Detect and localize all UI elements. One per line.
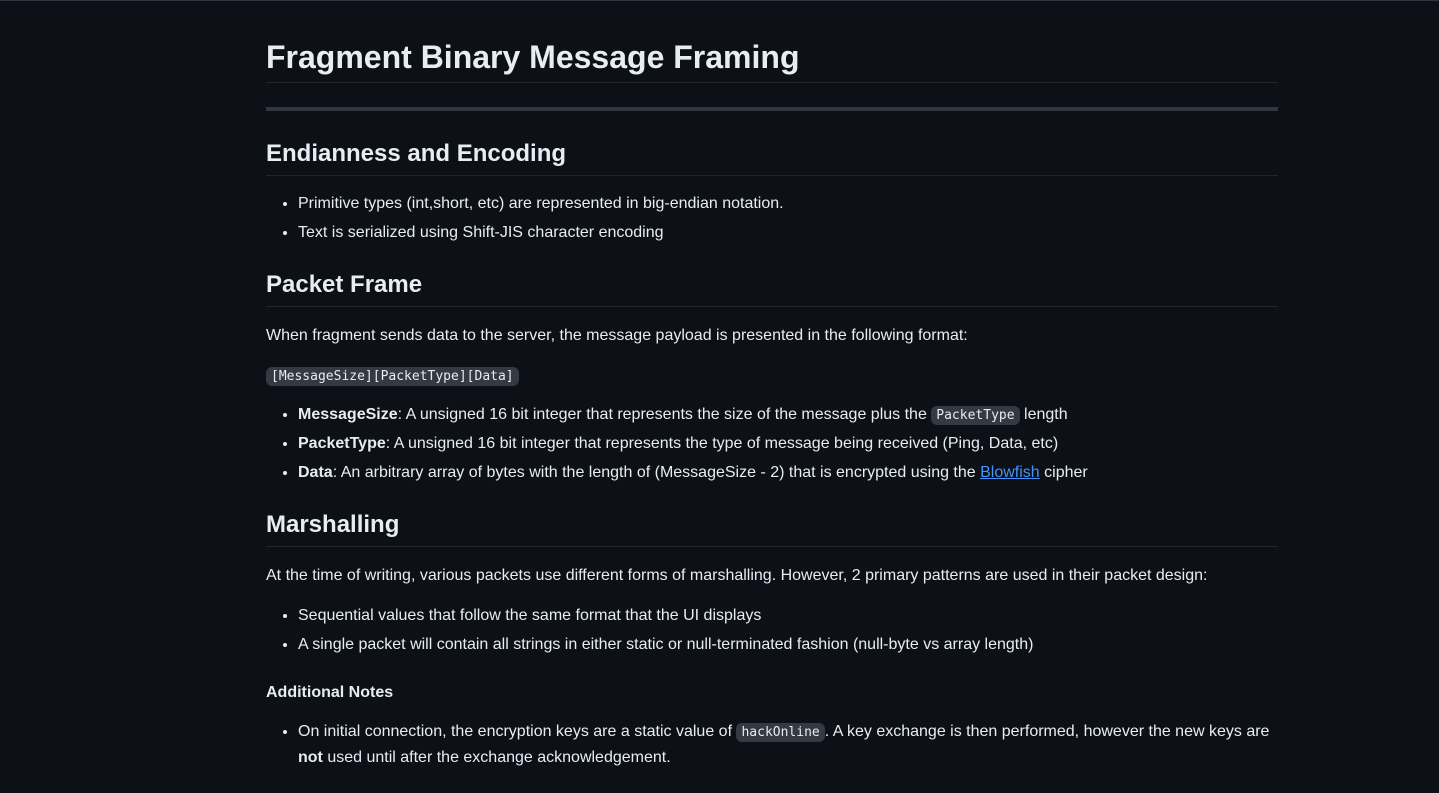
heading-packet-frame: Packet Frame: [266, 270, 1278, 307]
list-item: A single packet will contain all strings…: [298, 633, 1278, 657]
packet-format: [MessageSize][PacketType][Data]: [266, 364, 1278, 388]
page-title: Fragment Binary Message Framing: [266, 1, 1278, 83]
list-item: On initial connection, the encryption ke…: [298, 719, 1278, 770]
list-item: Sequential values that follow the same f…: [298, 604, 1278, 628]
horizontal-rule: [266, 107, 1278, 111]
list-item: PacketType: A unsigned 16 bit integer th…: [298, 432, 1278, 456]
packet-frame-intro: When fragment sends data to the server, …: [266, 327, 968, 344]
list-item: Text is serialized using Shift-JIS chara…: [298, 221, 1278, 245]
markdown-body: Fragment Binary Message Framing Endianne…: [266, 1, 1278, 770]
endianness-list: Primitive types (int,short, etc) are rep…: [266, 192, 1278, 245]
term: MessageSize: [298, 406, 398, 423]
notes-list: On initial connection, the encryption ke…: [266, 719, 1278, 770]
term: Data: [298, 464, 333, 481]
term: PacketType: [298, 435, 386, 452]
format-code: [MessageSize][PacketType][Data]: [266, 367, 519, 386]
packet-frame-list: MessageSize: A unsigned 16 bit integer t…: [266, 403, 1278, 485]
list-item: Data: An arbitrary array of bytes with t…: [298, 461, 1278, 485]
blowfish-link[interactable]: Blowfish: [980, 464, 1040, 481]
marshalling-list: Sequential values that follow the same f…: [266, 604, 1278, 657]
list-item: MessageSize: A unsigned 16 bit integer t…: [298, 403, 1278, 427]
list-item: Primitive types (int,short, etc) are rep…: [298, 192, 1278, 216]
marshalling-intro: At the time of writing, various packets …: [266, 567, 1208, 584]
heading-additional-notes: Additional Notes: [266, 684, 394, 701]
inline-code: hackOnline: [736, 723, 825, 742]
inline-code: PacketType: [931, 406, 1020, 425]
heading-marshalling: Marshalling: [266, 510, 1278, 547]
heading-endianness: Endianness and Encoding: [266, 139, 1278, 176]
